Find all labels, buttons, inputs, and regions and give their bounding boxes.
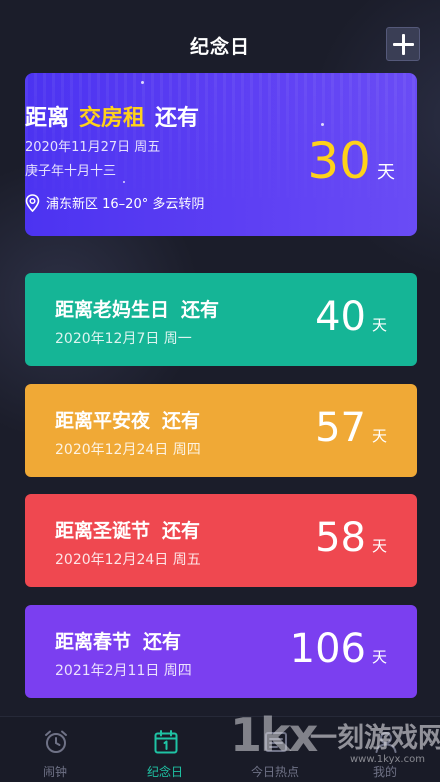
- user-icon: [375, 732, 397, 753]
- tab-hot-news[interactable]: 今日热点: [220, 717, 330, 782]
- event-title-suffix: 还有: [162, 410, 201, 432]
- event-date: 2020年12月24日 周四: [55, 442, 201, 458]
- location-pin-icon: [25, 193, 40, 212]
- event-title: 距离老妈生日 还有: [55, 295, 219, 322]
- add-button[interactable]: [386, 27, 420, 61]
- tab-label: 纪念日: [146, 765, 183, 779]
- hero-weather-text: 浦东新区 16–20° 多云转阴: [46, 197, 205, 212]
- tab-anniversary[interactable]: 纪念日: [110, 717, 220, 782]
- event-days-number: 106: [289, 626, 366, 672]
- tab-label: 闹钟: [42, 765, 67, 779]
- event-days-number: 57: [315, 405, 366, 451]
- tab-label: 我的: [372, 765, 397, 779]
- event-card-christmas[interactable]: 距离圣诞节 还有 2020年12月24日 周五 58 天: [25, 494, 417, 587]
- alarm-clock-icon: [45, 730, 67, 753]
- hero-lunar-date: 庚子年十月十三: [25, 164, 117, 179]
- event-days-remaining: 58 天: [315, 518, 387, 558]
- event-title-suffix: 还有: [181, 299, 220, 321]
- event-days-unit: 天: [371, 427, 387, 445]
- hero-heading: 距离 交房租 还有: [25, 100, 199, 132]
- sparkle-decoration: [123, 181, 125, 183]
- event-title-text: 距离圣诞节: [55, 520, 151, 542]
- event-days-number: 40: [315, 294, 366, 340]
- hot-news-icon: [265, 732, 287, 752]
- sparkle-decoration: [141, 81, 144, 84]
- hero-days-unit: 天: [377, 162, 395, 183]
- tab-alarm[interactable]: 闹钟: [0, 717, 110, 782]
- event-card-christmas-eve[interactable]: 距离平安夜 还有 2020年12月24日 周四 57 天: [25, 384, 417, 477]
- event-title-suffix: 还有: [162, 520, 201, 542]
- hero-date: 2020年11月27日 周五: [25, 140, 161, 155]
- hero-days-number: 30: [307, 132, 371, 190]
- bottom-tab-bar: 闹钟 纪念日 今日热点 我的: [0, 716, 440, 782]
- event-days-unit: 天: [371, 648, 387, 666]
- sparkle-decoration: [321, 123, 324, 126]
- hero-suffix: 还有: [155, 106, 200, 131]
- event-days-unit: 天: [371, 537, 387, 555]
- event-date: 2020年12月7日 周一: [55, 331, 192, 347]
- hero-weather: 浦东新区 16–20° 多云转阴: [25, 193, 204, 212]
- tab-mine[interactable]: 我的: [330, 717, 440, 782]
- event-days-unit: 天: [371, 316, 387, 334]
- event-card-spring-festival[interactable]: 距离春节 还有 2021年2月11日 周四 106 天: [25, 605, 417, 698]
- event-title-text: 距离老妈生日: [55, 299, 170, 321]
- hero-event-name: 交房租: [79, 106, 146, 131]
- event-title-suffix: 还有: [143, 631, 182, 653]
- event-title: 距离平安夜 还有: [55, 406, 200, 433]
- event-card-mom-birthday[interactable]: 距离老妈生日 还有 2020年12月7日 周一 40 天: [25, 273, 417, 366]
- event-days-remaining: 57 天: [315, 408, 387, 448]
- event-title: 距离春节 还有: [55, 627, 181, 654]
- event-title-text: 距离春节: [55, 631, 132, 653]
- event-days-remaining: 106 天: [290, 629, 387, 669]
- hero-days-remaining: 30 天: [307, 136, 395, 186]
- event-title-text: 距离平安夜: [55, 410, 151, 432]
- hero-prefix: 距离: [25, 106, 70, 131]
- event-date: 2020年12月24日 周五: [55, 552, 201, 568]
- event-days-remaining: 40 天: [315, 297, 387, 337]
- calendar-icon: [154, 730, 178, 754]
- page-title: 纪念日: [189, 36, 250, 58]
- event-title: 距离圣诞节 还有: [55, 516, 200, 543]
- tab-label: 今日热点: [250, 765, 299, 779]
- event-date: 2021年2月11日 周四: [55, 663, 192, 679]
- event-days-number: 58: [315, 515, 366, 561]
